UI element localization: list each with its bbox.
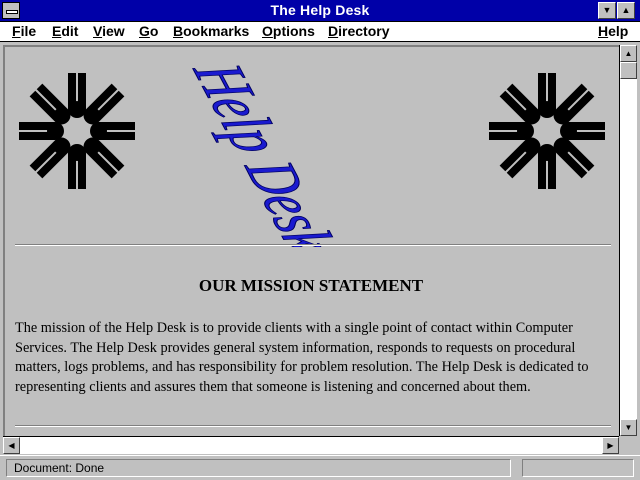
menu-bookmarks[interactable]: Bookmarks	[173, 23, 249, 39]
scroll-up-button[interactable]: ▲	[620, 45, 637, 62]
status-bar: Document: Done	[0, 455, 640, 480]
mission-heading: OUR MISSION STATEMENT	[198, 276, 424, 295]
horizontal-rule	[15, 244, 611, 246]
menu-directory[interactable]: Directory	[328, 23, 389, 39]
menu-go[interactable]: Go	[139, 23, 158, 39]
menu-edit[interactable]: Edit	[52, 23, 78, 39]
scroll-right-button[interactable]: ▶	[602, 437, 619, 454]
minimize-button[interactable]: ▼	[598, 2, 616, 19]
mission-statement-text: The mission of the Help Desk is to provi…	[15, 320, 589, 395]
window-title: The Help Desk	[270, 2, 370, 18]
menu-bar: File Edit View Go Bookmarks Options Dire…	[0, 22, 640, 42]
menu-view[interactable]: View	[93, 23, 125, 39]
title-bar: The Help Desk ▼ ▲	[0, 0, 640, 22]
wordart-text: Help Desk	[178, 58, 351, 247]
horizontal-rule	[15, 425, 611, 427]
ring-emblem-icon	[19, 73, 135, 189]
vertical-scrollbar[interactable]: ▲ ▼	[619, 45, 637, 436]
scroll-left-button[interactable]: ◀	[3, 437, 20, 454]
progress-indicator	[522, 459, 634, 477]
status-text: Document: Done	[6, 459, 511, 477]
vertical-scroll-thumb[interactable]	[620, 62, 637, 79]
scrollbar-corner	[619, 436, 637, 454]
menu-file[interactable]: File	[12, 23, 36, 39]
scroll-down-button[interactable]: ▼	[620, 419, 637, 436]
menu-help[interactable]: Help	[598, 23, 628, 39]
menu-options[interactable]: Options	[262, 23, 315, 39]
horizontal-scrollbar[interactable]: ◀ ▶	[3, 436, 619, 454]
maximize-button[interactable]: ▲	[617, 2, 635, 19]
document-viewport[interactable]: Help Desk OUR MISSION STATEMENT The miss…	[3, 45, 619, 436]
ring-emblem-icon	[489, 73, 605, 189]
help-desk-wordart-logo: Help Desk	[177, 58, 351, 247]
